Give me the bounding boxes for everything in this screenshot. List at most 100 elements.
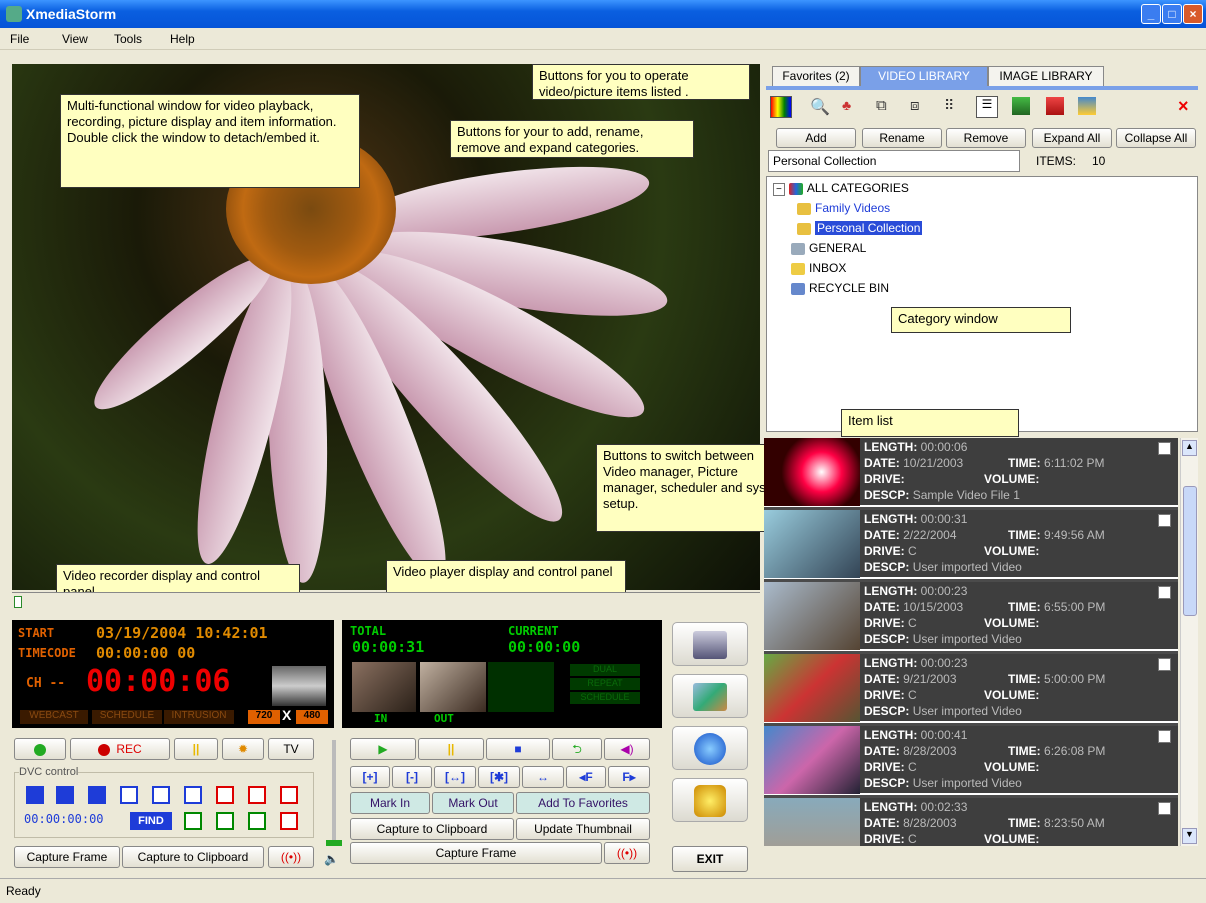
player-capture-clipboard-button[interactable]: Capture to Clipboard bbox=[350, 818, 514, 840]
item-row[interactable]: LENGTH: 00:00:23 DATE: 9/21/2003 TIME: 5… bbox=[764, 654, 1178, 723]
tab-image-library[interactable]: IMAGE LIBRARY bbox=[988, 66, 1104, 86]
dvc-time-input[interactable]: 00:00:00:00 bbox=[24, 812, 124, 832]
tree-node-family-videos[interactable]: Family Videos bbox=[797, 201, 890, 215]
recorder-broadcast-button[interactable]: ((•)) bbox=[268, 846, 314, 868]
edit-button-5[interactable]: ↔ bbox=[522, 766, 564, 788]
item-list-scrollbar[interactable]: ▲ ▼ bbox=[1180, 438, 1198, 846]
player-capture-frame-button[interactable]: Capture Frame bbox=[350, 842, 602, 864]
update-thumbnail-button[interactable]: Update Thumbnail bbox=[516, 818, 650, 840]
add-to-favorites-button[interactable]: Add To Favorites bbox=[516, 792, 650, 814]
edit-button-6[interactable]: ◂F bbox=[566, 766, 606, 788]
item-row[interactable]: LENGTH: 00:00:23 DATE: 10/15/2003 TIME: … bbox=[764, 582, 1178, 651]
play-button[interactable]: ▶ bbox=[350, 738, 416, 760]
tree-node-inbox[interactable]: INBOX bbox=[791, 261, 846, 275]
save-icon[interactable] bbox=[1078, 97, 1096, 115]
mark-out-button[interactable]: Mark Out bbox=[432, 792, 514, 814]
power-button[interactable] bbox=[14, 738, 66, 760]
scroll-up-icon[interactable]: ▲ bbox=[1182, 440, 1197, 456]
dvc-record-button[interactable] bbox=[216, 786, 234, 804]
recorder-capture-frame-button[interactable]: Capture Frame bbox=[14, 846, 120, 868]
find-button[interactable]: FIND bbox=[130, 812, 172, 830]
sort-icon[interactable]: ♣ bbox=[842, 97, 851, 113]
dvc-red-button[interactable] bbox=[280, 812, 298, 830]
tree-node-general[interactable]: GENERAL bbox=[791, 241, 866, 255]
scheduler-button[interactable] bbox=[672, 726, 748, 770]
dvc-pause-button[interactable] bbox=[280, 786, 298, 804]
remove-category-button[interactable]: Remove bbox=[946, 128, 1026, 148]
dvc-green-3-button[interactable] bbox=[248, 812, 266, 830]
item-row[interactable]: LENGTH: 00:00:41 DATE: 8/28/2003 TIME: 6… bbox=[764, 726, 1178, 795]
video-manager-button[interactable] bbox=[672, 622, 748, 666]
maximize-icon[interactable]: □ bbox=[1162, 4, 1182, 24]
collapse-all-button[interactable]: Collapse All bbox=[1116, 128, 1196, 148]
dvc-forward-button[interactable] bbox=[88, 786, 106, 804]
import-icon[interactable] bbox=[1012, 97, 1030, 115]
seek-handle[interactable] bbox=[14, 596, 22, 608]
scroll-down-icon[interactable]: ▼ bbox=[1182, 828, 1197, 844]
tree-node-recycle-bin[interactable]: RECYCLE BIN bbox=[791, 281, 889, 295]
record-button[interactable]: REC bbox=[70, 738, 170, 760]
item-checkbox[interactable] bbox=[1158, 658, 1171, 671]
dvc-green-1-button[interactable] bbox=[184, 812, 202, 830]
edit-button-7[interactable]: F▸ bbox=[608, 766, 650, 788]
dvc-green-2-button[interactable] bbox=[216, 812, 234, 830]
dvc-record-stop-button[interactable] bbox=[248, 786, 266, 804]
paste-icon[interactable]: ⧈ bbox=[910, 97, 920, 114]
scroll-thumb[interactable] bbox=[1183, 486, 1197, 616]
item-checkbox[interactable] bbox=[1158, 586, 1171, 599]
item-checkbox[interactable] bbox=[1158, 802, 1171, 815]
tree-node-all[interactable]: − ALL CATEGORIES bbox=[773, 181, 909, 196]
color-icon[interactable] bbox=[770, 96, 792, 118]
list-view-icon[interactable]: ☰ bbox=[976, 96, 998, 118]
seek-bar[interactable] bbox=[12, 592, 760, 610]
dvc-stop-button[interactable] bbox=[120, 786, 138, 804]
category-name-input[interactable]: Personal Collection bbox=[768, 150, 1020, 172]
repeat-button[interactable]: ⮌ bbox=[552, 738, 602, 760]
item-row[interactable]: LENGTH: 00:00:31 DATE: 2/22/2004 TIME: 9… bbox=[764, 510, 1178, 579]
collapse-toggle-icon[interactable]: − bbox=[773, 183, 785, 196]
copy-icon[interactable]: ⧉ bbox=[876, 97, 887, 114]
edit-button-1[interactable]: [+] bbox=[350, 766, 390, 788]
tv-button[interactable]: TV bbox=[268, 738, 314, 760]
settings-button[interactable]: ✹ bbox=[222, 738, 264, 760]
dvc-prev-frame-button[interactable] bbox=[152, 786, 170, 804]
tree-node-personal-collection[interactable]: Personal Collection bbox=[797, 221, 923, 235]
edit-button-2[interactable]: [-] bbox=[392, 766, 432, 788]
mute-button[interactable]: ◀) bbox=[604, 738, 650, 760]
add-category-button[interactable]: Add bbox=[776, 128, 856, 148]
expand-all-button[interactable]: Expand All bbox=[1032, 128, 1112, 148]
dvc-rewind-button[interactable] bbox=[56, 786, 74, 804]
system-setup-button[interactable] bbox=[672, 778, 748, 822]
rename-category-button[interactable]: Rename bbox=[862, 128, 942, 148]
edit-button-3[interactable]: [↔] bbox=[434, 766, 476, 788]
stop-button[interactable]: ■ bbox=[486, 738, 550, 760]
export-icon[interactable] bbox=[1046, 97, 1064, 115]
dvc-play-button[interactable] bbox=[26, 786, 44, 804]
item-row[interactable]: LENGTH: 00:00:06 DATE: 10/21/2003 TIME: … bbox=[764, 438, 1178, 507]
exit-button[interactable]: EXIT bbox=[672, 846, 748, 872]
delete-icon[interactable]: × bbox=[1178, 96, 1189, 117]
volume-track[interactable] bbox=[332, 740, 336, 844]
menu-view[interactable]: View bbox=[62, 32, 88, 46]
item-checkbox[interactable] bbox=[1158, 730, 1171, 743]
player-pause-button[interactable]: || bbox=[418, 738, 484, 760]
item-checkbox[interactable] bbox=[1158, 442, 1171, 455]
volume-handle[interactable] bbox=[326, 840, 342, 846]
menu-tools[interactable]: Tools bbox=[114, 32, 142, 46]
edit-button-4[interactable]: [✱] bbox=[478, 766, 520, 788]
video-window[interactable]: Multi-functional window for video playba… bbox=[12, 64, 796, 604]
dvc-next-frame-button[interactable] bbox=[184, 786, 202, 804]
picture-manager-button[interactable] bbox=[672, 674, 748, 718]
close-icon[interactable]: × bbox=[1183, 4, 1203, 24]
recorder-capture-clipboard-button[interactable]: Capture to Clipboard bbox=[122, 846, 264, 868]
mark-in-button[interactable]: Mark In bbox=[350, 792, 430, 814]
tab-favorites[interactable]: Favorites (2) bbox=[772, 66, 860, 86]
item-row[interactable]: LENGTH: 00:02:33 DATE: 8/28/2003 TIME: 8… bbox=[764, 798, 1178, 846]
minimize-icon[interactable]: _ bbox=[1141, 4, 1161, 24]
pause-button[interactable]: || bbox=[174, 738, 218, 760]
tab-video-library[interactable]: VIDEO LIBRARY bbox=[860, 66, 988, 86]
magnifier-icon[interactable]: 🔍 bbox=[810, 97, 830, 117]
menu-help[interactable]: Help bbox=[170, 32, 195, 46]
item-checkbox[interactable] bbox=[1158, 514, 1171, 527]
menu-file[interactable]: File bbox=[10, 32, 29, 46]
